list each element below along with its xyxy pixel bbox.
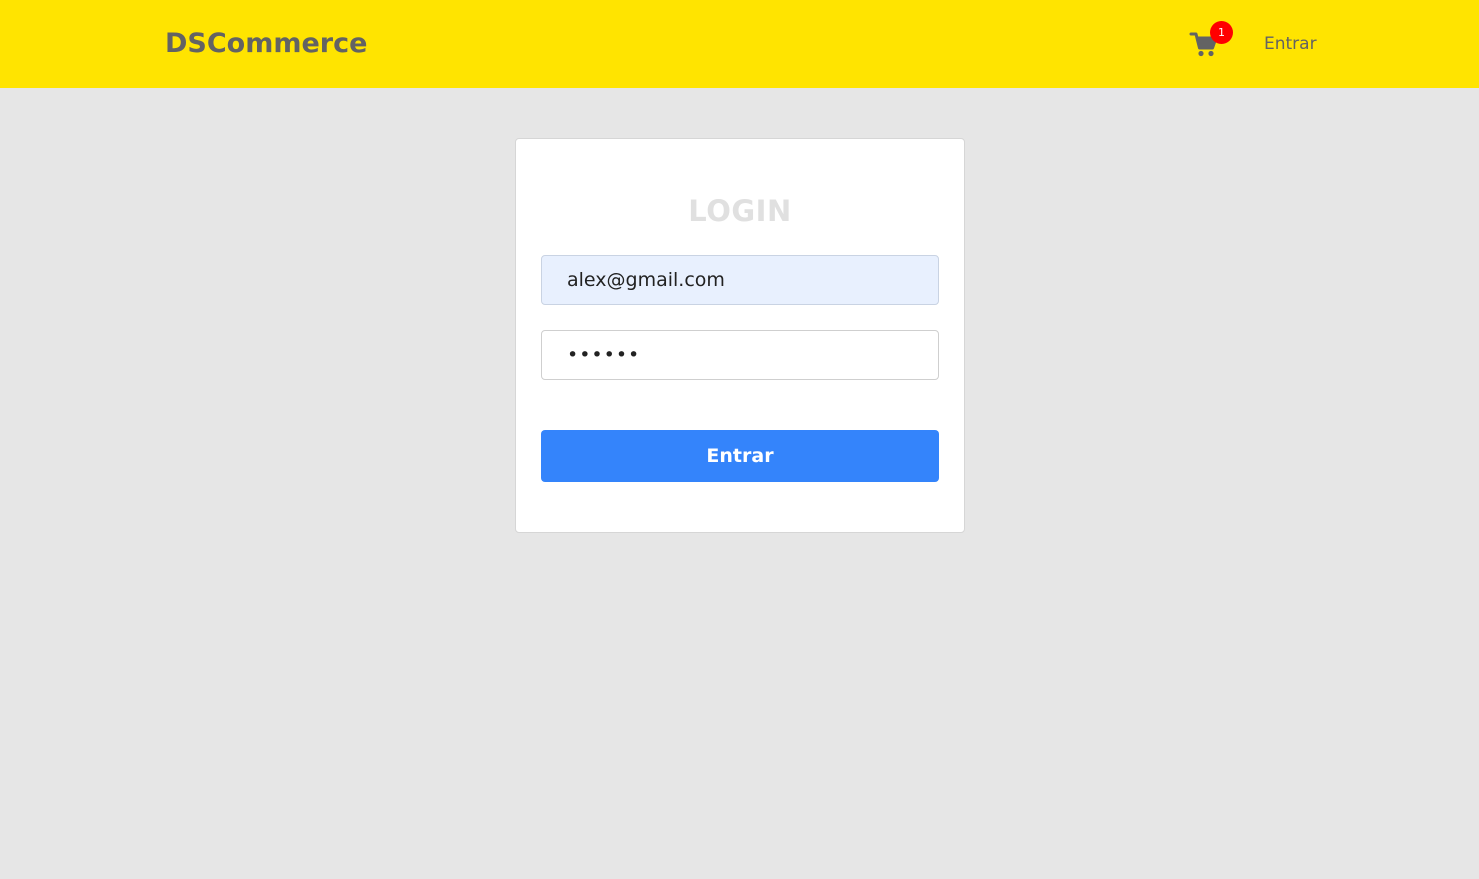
login-submit-button[interactable]: Entrar bbox=[541, 430, 939, 482]
login-title: LOGIN bbox=[688, 194, 792, 228]
login-link[interactable]: Entrar bbox=[1264, 33, 1317, 55]
brand-logo-link[interactable]: DSCommerce bbox=[165, 26, 367, 62]
password-input[interactable] bbox=[541, 330, 939, 380]
cart-count-badge: 1 bbox=[1210, 21, 1233, 44]
top-navbar: DSCommerce 1 Entrar bbox=[0, 0, 1479, 88]
email-input[interactable] bbox=[541, 255, 939, 305]
login-card: LOGIN Entrar bbox=[515, 138, 965, 533]
